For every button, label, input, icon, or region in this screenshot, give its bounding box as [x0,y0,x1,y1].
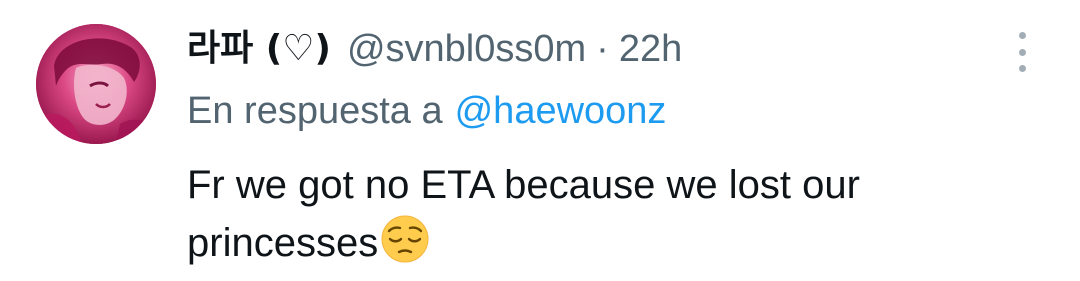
timestamp[interactable]: 22h [619,24,682,74]
avatar[interactable] [36,24,156,144]
avatar-image [36,24,156,144]
pensive-face-emoji-icon [381,215,429,263]
tweet[interactable]: 라파 (♡) @svnbl0ss0m · 22h En respuesta a @… [0,0,1080,281]
tweet-text-line-1: Fr we got no ETA because we lost our [187,163,860,207]
reply-context: En respuesta a @haewoonz [187,86,666,136]
more-dot [1018,48,1026,56]
reply-mention-link[interactable]: @haewoonz [455,90,667,132]
tweet-text-line-2: princesses [187,221,379,265]
username-handle[interactable]: @svnbl0ss0m [347,24,586,74]
more-dot [1018,32,1026,39]
reply-prefix: En respuesta a [187,90,443,132]
more-vertical-icon[interactable] [1010,32,1034,72]
tweet-text: Fr we got no ETA because we lost our pri… [187,156,1047,272]
tweet-header: 라파 (♡) @svnbl0ss0m · 22h [187,24,682,74]
separator-dot: · [596,28,609,70]
more-dot [1018,65,1026,72]
display-name[interactable]: 라파 (♡) [187,24,331,74]
